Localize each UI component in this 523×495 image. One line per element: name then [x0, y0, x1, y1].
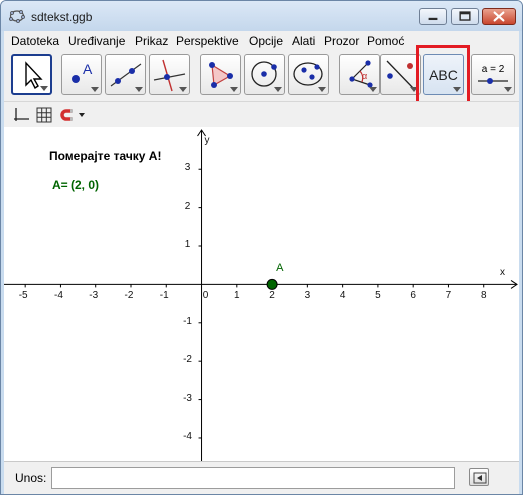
x-tick-label: 7 — [445, 290, 452, 302]
x-tick-label: -1 — [159, 290, 169, 302]
tool-menu-arrow-icon — [504, 87, 512, 92]
x-tick-label: -3 — [89, 290, 99, 302]
point-a[interactable] — [266, 278, 278, 290]
svg-text:α: α — [362, 71, 367, 81]
input-help-button[interactable] — [469, 468, 489, 486]
window-title: sdtekst.ggb — [31, 10, 93, 24]
minimize-icon — [428, 17, 438, 21]
x-tick-label: -5 — [18, 290, 28, 302]
close-icon — [493, 11, 505, 22]
menu-help[interactable]: Pomoć — [367, 34, 404, 48]
point-a-label: A — [276, 262, 284, 275]
maximize-button[interactable] — [451, 8, 479, 25]
circle-tool[interactable] — [244, 54, 285, 95]
text-tool-highlight — [416, 45, 470, 106]
tool-menu-arrow-icon — [230, 87, 238, 92]
x-tick-label: -2 — [124, 290, 134, 302]
y-tick-label: -3 — [183, 392, 192, 404]
input-field[interactable] — [51, 467, 455, 489]
tool-menu-arrow-icon — [40, 86, 48, 91]
close-button[interactable] — [482, 8, 516, 25]
input-label: Unos: — [15, 471, 47, 485]
tool-menu-arrow-icon — [91, 87, 99, 92]
x-tick-label: -4 — [53, 290, 63, 302]
y-tick-label: 1 — [184, 239, 191, 250]
angle-tool[interactable]: α — [339, 54, 380, 95]
dropdown-arrow-icon[interactable] — [78, 106, 86, 124]
input-help-arrow-icon — [473, 472, 487, 484]
x-axis-label: x — [500, 267, 505, 279]
axes-icon[interactable] — [12, 106, 30, 124]
style-bar — [4, 101, 519, 127]
grid-icon[interactable] — [35, 106, 53, 124]
x-tick-label: 6 — [410, 290, 416, 302]
x-tick-label: 5 — [375, 290, 381, 302]
ellipse-tool[interactable] — [288, 54, 329, 95]
y-tick-label: 3 — [184, 162, 191, 174]
tool-menu-arrow-icon — [369, 87, 377, 92]
instruction-text[interactable]: Померајте тачку А! — [49, 149, 161, 163]
point-coordinates-text[interactable]: A= (2, 0) — [52, 178, 99, 192]
y-tick-label: -2 — [183, 354, 192, 366]
y-tick-label: 2 — [184, 200, 191, 212]
x-tick-label: 3 — [304, 290, 311, 302]
y-tick-label: -4 — [183, 430, 192, 442]
minimize-button[interactable] — [419, 8, 447, 25]
title-bar[interactable]: sdtekst.ggb — [1, 1, 522, 31]
menu-window[interactable]: Prozor — [324, 34, 359, 48]
menu-options[interactable]: Opcije — [249, 34, 283, 48]
input-bar: Unos: — [4, 461, 519, 494]
geogebra-logo-icon — [9, 10, 25, 23]
menu-file[interactable]: Datoteka — [11, 34, 59, 48]
magnet-icon[interactable] — [59, 106, 75, 124]
x-tick-label: 2 — [269, 290, 275, 302]
graphics-view[interactable]: Померајте тачку А! A= (2, 0) -5 -4 -3 -2 -1 0… — [4, 127, 519, 461]
svg-text:A: A — [83, 61, 93, 77]
menu-view[interactable]: Prikaz — [135, 34, 168, 48]
point-tool[interactable]: A — [61, 54, 102, 95]
y-axis-label: y — [204, 135, 210, 146]
geogebra-window: sdtekst.ggb Datoteka Uređivanje Prikaz P… — [0, 0, 523, 495]
reflect-tool[interactable] — [380, 54, 421, 95]
tool-menu-arrow-icon — [179, 87, 187, 92]
slider-tool[interactable]: a = 2 — [471, 54, 515, 95]
x-tick-label: 1 — [234, 290, 240, 302]
menu-edit[interactable]: Uređivanje — [68, 34, 125, 48]
perpendicular-tool[interactable] — [149, 54, 190, 95]
y-tick-label: -1 — [183, 315, 192, 327]
polygon-tool[interactable] — [200, 54, 241, 95]
menu-tools[interactable]: Alati — [292, 34, 315, 48]
tool-menu-arrow-icon — [318, 87, 326, 92]
x-tick-label: 8 — [480, 290, 487, 302]
menu-perspectives[interactable]: Perspektive — [176, 34, 239, 48]
x-tick-label: 4 — [339, 290, 346, 302]
tool-menu-arrow-icon — [274, 87, 282, 92]
line-tool[interactable] — [105, 54, 146, 95]
x-tick-label: 0 — [202, 290, 209, 302]
move-tool[interactable] — [11, 54, 52, 95]
maximize-icon — [459, 11, 471, 21]
tool-menu-arrow-icon — [135, 87, 143, 92]
